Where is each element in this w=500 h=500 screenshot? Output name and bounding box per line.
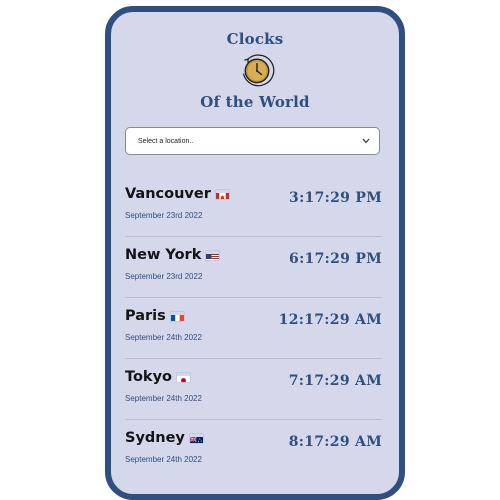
city-label: Tokyo (125, 369, 172, 385)
clock-row-tokyo: Tokyo September 24th 2022 7:17:29 AM (125, 359, 382, 420)
city-label: New York (125, 247, 201, 263)
clock-row-paris: Paris September 24th 2022 12:17:29 AM (125, 298, 382, 359)
clock-time: 6:17:29 PM (289, 251, 382, 267)
france-flag-icon (171, 312, 184, 321)
clock-time: 3:17:29 PM (289, 190, 382, 206)
city-label: Sydney (125, 430, 185, 446)
app-frame: Clocks Of the World Select a location.. … (105, 6, 405, 500)
location-select-label: Select a location.. (138, 138, 361, 145)
clock-date: September 23rd 2022 (125, 211, 202, 220)
clock-list: Vancouver September 23rd 2022 3:17:29 PM… (125, 176, 382, 481)
clock-date: September 24th 2022 (125, 455, 202, 464)
app-title-top: Clocks (111, 30, 399, 48)
chevron-down-icon (361, 136, 371, 146)
city-name: Vancouver (125, 186, 229, 202)
app-title-bottom: Of the World (111, 93, 399, 111)
clock-date: September 24th 2022 (125, 333, 202, 342)
city-name: Paris (125, 308, 184, 324)
clock-row-sydney: Sydney (125, 420, 382, 481)
city-name: Sydney (125, 430, 203, 446)
city-name: New York (125, 247, 219, 263)
location-select[interactable]: Select a location.. (125, 127, 380, 155)
clock-time: 7:17:29 AM (289, 373, 382, 389)
clock-icon (239, 52, 275, 88)
clock-row-new-york: New York September 23rd 2022 6:17:29 PM (125, 237, 382, 298)
usa-flag-icon (206, 251, 219, 260)
city-label: Vancouver (125, 186, 211, 202)
clock-row-vancouver: Vancouver September 23rd 2022 3:17:29 PM (125, 176, 382, 237)
city-label: Paris (125, 308, 166, 324)
clock-date: September 23rd 2022 (125, 272, 202, 281)
clock-time: 12:17:29 AM (279, 312, 382, 328)
clock-date: September 24th 2022 (125, 394, 202, 403)
australia-flag-icon (190, 434, 203, 443)
city-name: Tokyo (125, 369, 190, 385)
canada-flag-icon (216, 190, 229, 199)
clock-time: 8:17:29 AM (289, 434, 382, 450)
japan-flag-icon (177, 373, 190, 382)
